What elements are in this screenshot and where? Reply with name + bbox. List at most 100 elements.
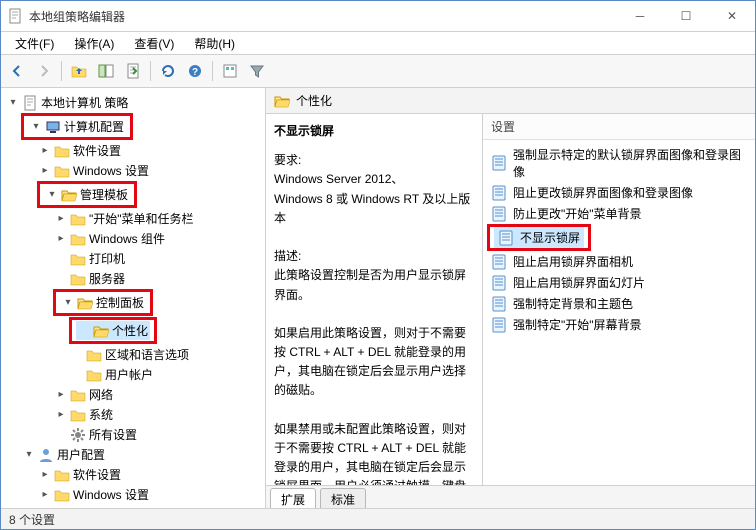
setting-item[interactable]: 阻止启用锁屏界面幻灯片: [487, 272, 751, 293]
help-button[interactable]: ?: [183, 59, 207, 83]
menu-help[interactable]: 帮助(H): [184, 33, 245, 54]
expander-icon[interactable]: ▸: [55, 233, 67, 245]
details-pane: 个性化 不显示锁屏 要求: Windows Server 2012、 Windo…: [266, 88, 755, 508]
setting-label: 阻止更改锁屏界面图像和登录图像: [513, 184, 693, 201]
expander-icon[interactable]: ▾: [7, 97, 19, 109]
user-icon: [38, 447, 54, 463]
expander-icon[interactable]: ▸: [55, 389, 67, 401]
tree-label: 所有设置: [89, 426, 137, 443]
description-paragraph: 如果启用此策略设置，则对于不需要按 CTRL + ALT + DEL 就能登录的…: [274, 324, 474, 401]
minimize-button[interactable]: ─: [617, 1, 663, 31]
app-icon: [7, 8, 23, 24]
tree-win-components[interactable]: ▸ Windows 组件: [53, 229, 263, 248]
setting-item-selected[interactable]: 不显示锁屏: [494, 227, 584, 248]
tree-label: Windows 组件: [89, 230, 165, 247]
show-hide-tree-button[interactable]: [94, 59, 118, 83]
forward-button[interactable]: [32, 59, 56, 83]
highlight-personalization: 个性化: [69, 317, 157, 344]
expander-icon[interactable]: ▸: [55, 213, 67, 225]
back-button[interactable]: [5, 59, 29, 83]
tree-system[interactable]: ▸系统: [53, 405, 263, 424]
menubar: 文件(F) 操作(A) 查看(V) 帮助(H): [1, 32, 755, 55]
folder-icon: [54, 487, 70, 503]
expander-icon[interactable]: ▸: [55, 409, 67, 421]
tree-computer-config[interactable]: ▾ 计算机配置: [28, 117, 126, 136]
tree-label: 服务器: [89, 270, 125, 287]
tree-admin-templates[interactable]: ▾ 管理模板: [44, 185, 130, 204]
tab-standard[interactable]: 标准: [320, 488, 366, 508]
highlight-computer-config: ▾ 计算机配置: [21, 113, 133, 140]
tree-label: 打印机: [89, 250, 125, 267]
tree-label: 管理模板: [80, 186, 128, 203]
tree-pane[interactable]: ▾ 本地计算机 策略 ▾ 计算机配置: [1, 88, 266, 508]
tree-label: "开始"菜单和任务栏: [89, 210, 194, 227]
tree-server[interactable]: 服务器: [53, 269, 263, 288]
folder-icon: [86, 367, 102, 383]
tree-user-software[interactable]: ▸ 软件设置: [37, 465, 263, 484]
tree-label: 控制面板: [96, 294, 144, 311]
tree-user-windows[interactable]: ▸Windows 设置: [37, 485, 263, 504]
expander-icon[interactable]: ▾: [23, 449, 35, 461]
folder-icon: [70, 387, 86, 403]
settings-list[interactable]: 强制显示特定的默认锁屏界面图像和登录图像 阻止更改锁屏界面图像和登录图像 防止更…: [483, 140, 755, 485]
menu-view[interactable]: 查看(V): [124, 33, 184, 54]
requirements-text: Windows 8 或 Windows RT 及以上版本: [274, 190, 474, 228]
tree-label: 计算机配置: [64, 118, 124, 135]
highlight-selected-setting: 不显示锁屏: [487, 224, 591, 251]
list-header-setting[interactable]: 设置: [483, 114, 755, 140]
close-button[interactable]: ✕: [709, 1, 755, 31]
highlight-control-panel: ▾ 控制面板: [53, 289, 153, 316]
expander-icon[interactable]: ▸: [39, 145, 51, 157]
folder-icon: [70, 271, 86, 287]
tree-network[interactable]: ▸ 网络: [53, 385, 263, 404]
filter-button[interactable]: [245, 59, 269, 83]
tree-start-taskbar[interactable]: ▸ "开始"菜单和任务栏: [53, 209, 263, 228]
requirements-label: 要求:: [274, 151, 474, 170]
tree-all-settings[interactable]: 所有设置: [53, 425, 263, 444]
menu-action[interactable]: 操作(A): [64, 33, 124, 54]
setting-label: 防止更改"开始"菜单背景: [513, 205, 642, 222]
tree-user-config[interactable]: ▾用户配置: [21, 445, 263, 464]
policy-icon: [491, 155, 507, 171]
menu-file[interactable]: 文件(F): [5, 33, 64, 54]
tree-personalization[interactable]: 个性化: [76, 321, 150, 340]
tree-user-accounts[interactable]: 用户帐户: [69, 365, 263, 384]
expander-icon[interactable]: ▸: [39, 165, 51, 177]
up-level-button[interactable]: [67, 59, 91, 83]
document-icon: [22, 95, 38, 111]
tab-extended[interactable]: 扩展: [270, 488, 316, 508]
policy-icon: [491, 206, 507, 222]
export-list-button[interactable]: [121, 59, 145, 83]
refresh-button[interactable]: [156, 59, 180, 83]
setting-label: 不显示锁屏: [520, 229, 580, 246]
expander-icon[interactable]: ▸: [39, 489, 51, 501]
toolbar: ?: [1, 55, 755, 88]
expander-icon[interactable]: ▾: [46, 189, 58, 201]
tree-printers[interactable]: 打印机: [53, 249, 263, 268]
expander-icon[interactable]: ▸: [39, 469, 51, 481]
setting-item[interactable]: 阻止启用锁屏界面相机: [487, 251, 751, 272]
tree-label: 软件设置: [73, 466, 121, 483]
tree-control-panel[interactable]: ▾ 控制面板: [60, 293, 146, 312]
maximize-button[interactable]: ☐: [663, 1, 709, 31]
description-column: 不显示锁屏 要求: Windows Server 2012、 Windows 8…: [266, 114, 483, 485]
tree-root[interactable]: ▾ 本地计算机 策略: [5, 93, 263, 112]
tree-windows-settings[interactable]: ▸Windows 设置: [37, 161, 263, 180]
folder-icon: [70, 231, 86, 247]
setting-item[interactable]: 阻止更改锁屏界面图像和登录图像: [487, 182, 751, 203]
setting-item[interactable]: 防止更改"开始"菜单背景: [487, 203, 751, 224]
policy-icon: [491, 275, 507, 291]
setting-item[interactable]: 强制特定背景和主题色: [487, 293, 751, 314]
setting-item[interactable]: 强制显示特定的默认锁屏界面图像和登录图像: [487, 144, 751, 182]
expander-icon[interactable]: ▾: [30, 121, 42, 133]
setting-label: 强制特定背景和主题色: [513, 295, 633, 312]
folder-icon: [54, 143, 70, 159]
view-tabs: 扩展 标准: [266, 485, 755, 508]
expander-icon[interactable]: ▾: [62, 297, 74, 309]
path-title: 个性化: [296, 92, 332, 109]
properties-button[interactable]: [218, 59, 242, 83]
tree-software-settings[interactable]: ▸软件设置: [37, 141, 263, 160]
tree-label: 网络: [89, 386, 113, 403]
setting-item[interactable]: 强制特定"开始"屏幕背景: [487, 314, 751, 335]
tree-region-lang[interactable]: 区域和语言选项: [69, 345, 263, 364]
